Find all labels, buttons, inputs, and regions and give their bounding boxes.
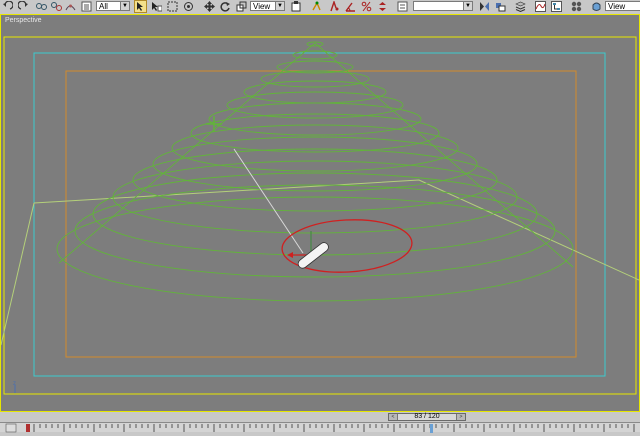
link-icon[interactable] <box>35 0 48 13</box>
light-cone-wireframe <box>56 41 574 302</box>
angle-snap-icon[interactable] <box>344 0 357 13</box>
snap-icon[interactable] <box>328 0 341 13</box>
track-bar[interactable] <box>0 422 640 433</box>
window-crossing-icon[interactable] <box>182 0 195 13</box>
material-editor-icon[interactable] <box>570 0 583 13</box>
cone-ring <box>171 124 459 172</box>
rotate-icon[interactable] <box>219 0 232 13</box>
pivot-icon[interactable] <box>290 0 303 13</box>
track-key-icon <box>5 423 17 433</box>
gizmo-arrow <box>287 252 293 258</box>
time-next-button[interactable]: > <box>456 414 465 420</box>
cone-ring <box>306 41 324 47</box>
spinner-snap-icon[interactable] <box>376 0 389 13</box>
chevron-down-icon: ▼ <box>120 2 129 10</box>
scale-icon[interactable] <box>235 0 248 13</box>
frame-counter: 83 / 120 <box>414 413 440 420</box>
select-manipulate-icon[interactable] <box>310 0 323 13</box>
percent-snap-icon[interactable] <box>360 0 373 13</box>
time-slider-bar: < 83 / 120 > <box>0 412 640 422</box>
named-selection-icon[interactable] <box>396 0 409 13</box>
light-direction-line <box>233 148 304 254</box>
named-selection-dropdown[interactable]: ▼ <box>413 1 473 11</box>
axis-label-z: z <box>13 381 16 387</box>
select-object-icon[interactable] <box>134 0 147 13</box>
bind-spacewarp-icon[interactable] <box>64 0 77 13</box>
cone-ring <box>190 113 440 153</box>
light-target-cross <box>206 116 222 132</box>
main-toolbar: All ▼ View ▼ ▼ View <box>0 0 640 15</box>
perspective-viewport[interactable]: Perspective z <box>0 14 640 412</box>
viewport-dropdown-value: View <box>608 2 626 11</box>
chevron-down-icon: ▼ <box>275 2 284 10</box>
rect-selection-icon[interactable] <box>166 0 179 13</box>
home-grid-outline <box>1 179 639 346</box>
select-by-name-list-icon[interactable] <box>150 0 163 13</box>
viewport-scene: z <box>1 36 639 395</box>
selection-filter-dropdown[interactable]: All ▼ <box>96 1 130 11</box>
move-icon[interactable] <box>203 0 216 13</box>
redo-icon[interactable] <box>17 0 30 13</box>
selected-object[interactable] <box>287 231 330 270</box>
selection-filter-value: All <box>99 2 108 11</box>
safe-frame-action <box>33 52 606 377</box>
unlink-icon[interactable] <box>50 0 63 13</box>
track-start-marker <box>26 424 30 432</box>
schematic-view-icon[interactable] <box>550 0 563 13</box>
align-icon[interactable] <box>494 0 507 13</box>
view-axis-tripod: z <box>13 381 16 393</box>
select-by-name-icon[interactable] <box>80 0 93 13</box>
cone-edge-right <box>314 42 574 268</box>
curve-editor-icon[interactable] <box>534 0 547 13</box>
cone-ring <box>292 50 338 60</box>
layer-icon[interactable] <box>514 0 527 13</box>
viewport-dropdown[interactable]: View <box>605 1 640 11</box>
time-slider[interactable]: < 83 / 120 > <box>388 413 466 421</box>
cone-ring <box>152 136 478 192</box>
cone-ring <box>208 102 422 136</box>
cone-edge-left <box>58 42 316 264</box>
cone-ring <box>74 184 556 278</box>
undo-icon[interactable] <box>1 0 14 13</box>
chevron-down-icon: ▼ <box>463 2 472 10</box>
render-setup-icon[interactable] <box>590 0 603 13</box>
mirror-icon[interactable] <box>478 0 491 13</box>
reference-coord-value: View <box>253 2 271 11</box>
reference-coord-dropdown[interactable]: View ▼ <box>250 1 285 11</box>
